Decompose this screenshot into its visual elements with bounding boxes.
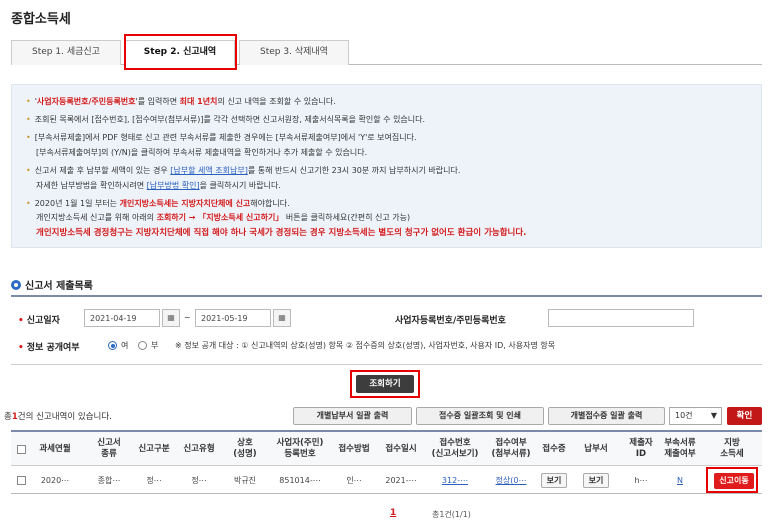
highlight-frame-query [350,370,420,398]
header-cell: 과세연월 [39,443,71,454]
date-label: • 신고일자 [18,316,60,326]
bulk-tax-bill-print-button[interactable]: 개별납부서 일괄 출력 [293,407,412,425]
pager-current-page[interactable]: 1 [390,508,396,518]
date-separator: ~ [184,313,191,322]
row-checkbox[interactable] [16,476,26,485]
section-title: 신고서 제출목록 [11,277,93,292]
view-receipt-button[interactable]: 보기 [540,473,568,488]
header-cell: 접수방법 [338,443,370,454]
chevron-down-icon: ▼ [710,411,717,420]
date-to-input[interactable] [195,309,271,327]
calendar-icon[interactable]: ▦ [162,309,180,327]
cell-datetime: 2021-⋯ [385,476,417,485]
info-line: 개인지방소득세 신고를 위해 아래의 조회하기 → 「지방소득세 신고하기」 버… [36,213,411,222]
cell-receipt-no[interactable]: 312-⋯ [427,466,483,495]
table-header: 과세연월 신고서 종류 신고구분 신고유형 상호 (성명) 사업자(주민) 등록… [11,432,762,466]
confirm-button[interactable]: 확인 [727,407,762,425]
info-line: [부속서류제출여부]의 (Y/N)을 클릭하여 부속서류 제출내역을 확인하거나… [36,148,368,157]
id-label: 사업자등록번호/주민등록번호 [395,316,506,326]
header-cell: 제출자 ID [629,438,653,459]
cell-status[interactable]: 정상(0⋯ [483,466,539,495]
cell-form-type: 종합⋯ [97,476,121,485]
header-cell: 접수여부 (첨부서류) [491,438,531,459]
cell-filing-type: 정⋯ [191,476,207,485]
search-panel: •신고일자 ▦ ~ ▦ 사업자등록번호/주민등록번호 •정보 공개여부 여 부 … [11,295,762,365]
cell-category: 정⋯ [146,476,162,485]
info-line: • 신고서 제출 후 납부할 세액이 있는 경우 [납부할 세액 조회납부]를 통… [26,166,461,175]
cell-reg-no: 851014-⋯ [279,476,321,485]
result-count: 총1건의 신고내역이 있습니다. [4,412,112,422]
view-tax-bill-button[interactable]: 보기 [582,473,610,488]
disclosure-no-radio[interactable] [138,341,147,350]
info-line: 자세한 납부방법을 확인하시려면 [납부방법 확인]을 클릭하시기 바랍니다. [36,181,281,190]
page-size-select[interactable]: 10건 ▼ [669,407,722,425]
header-cell: 사업자(주민) 등록번호 [276,438,324,459]
header-cell: 납부서 [584,443,608,454]
disclosure-yes-radio[interactable] [108,341,117,350]
select-all-checkbox[interactable] [16,444,26,454]
header-cell: 지방 소득세 [720,438,744,459]
disclosure-no-label: 부 [151,341,159,350]
info-line: • 조회된 목록에서 [접수번호], [접수여부(첨부서류)]를 각각 선택하면 … [26,115,426,124]
header-cell: 접수증 [542,443,566,454]
cell-submitter-id: h⋯ [634,476,648,485]
date-from-input[interactable] [84,309,160,327]
info-line-warning: 개인지방소득세 경정청구는 지방자치단체에 직접 해야 하나 국세가 경정되는 … [36,228,527,238]
cell-tax-bill: 보기 [579,466,613,495]
info-line: • [부속서류제출]에서 PDF 형태로 신고 관련 부속서류를 제출한 경우에는… [26,133,417,142]
header-cell: 접수번호 (신고서보기) [431,438,479,459]
pager-info: 총1건(1/1) [432,510,471,519]
header-cell: 상호 (성명) [233,438,257,459]
disclosure-note: ※ 정보 공개 대상 : ① 신고내역의 상호(성명) 항목 ② 접수증의 상호… [175,341,556,350]
cell-period: 2020⋯ [40,476,70,485]
page-title: 종합소득세 [11,12,71,27]
row-checkbox-cell[interactable] [11,466,31,495]
attachment-status-link[interactable]: N [677,476,683,485]
cell-attach[interactable]: N [659,466,701,495]
receipt-bulk-view-print-button[interactable]: 접수증 일괄조회 및 인쇄 [416,407,544,425]
header-cell: 부속서류 제출여부 [664,438,696,459]
disclosure-yes-label: 여 [121,341,129,350]
filing-table: 과세연월 신고서 종류 신고구분 신고유형 상호 (성명) 사업자(주민) 등록… [11,430,762,494]
cell-name: 박규진 [233,476,257,485]
tab-step1-tax-filing[interactable]: Step 1. 세금신고 [11,40,121,65]
cell-method: 인⋯ [346,476,362,485]
header-cell: 접수일시 [385,443,417,454]
header-cell: 신고서 종류 [97,438,121,459]
header-cell: 신고유형 [183,443,215,454]
info-line: • '사업자등록번호/주민등록번호'를 입력하면 최대 1년치의 신고 내역을 조… [26,97,336,106]
section-bullet-icon [11,280,21,290]
cell-receipt: 보기 [537,466,571,495]
bulk-receipt-print-button[interactable]: 개별접수증 일괄 출력 [548,407,665,425]
header-select-all[interactable] [11,432,31,466]
header-cell: 신고구분 [138,443,170,454]
highlight-frame-tab [124,34,237,70]
registration-number-input[interactable] [548,309,694,327]
link-payment-method[interactable]: [납부방법 확인] [147,181,200,190]
calendar-icon[interactable]: ▦ [273,309,291,327]
disclosure-label: • 정보 공개여부 [18,343,80,353]
info-line: • 2020년 1월 1일 부터는 개인지방소득세는 지방자치단체에 신고해야합니… [26,199,290,208]
tab-step3-deleted-history[interactable]: Step 3. 삭제내역 [239,40,349,65]
link-tax-payment-query[interactable]: [납부할 세액 조회납부] [170,166,248,175]
info-box: • '사업자등록번호/주민등록번호'를 입력하면 최대 1년치의 신고 내역을 조… [11,84,762,248]
highlight-frame-local-tax [706,467,758,493]
receipt-number-link[interactable]: 312-⋯ [442,476,468,485]
status-link[interactable]: 정상(0⋯ [496,475,527,486]
